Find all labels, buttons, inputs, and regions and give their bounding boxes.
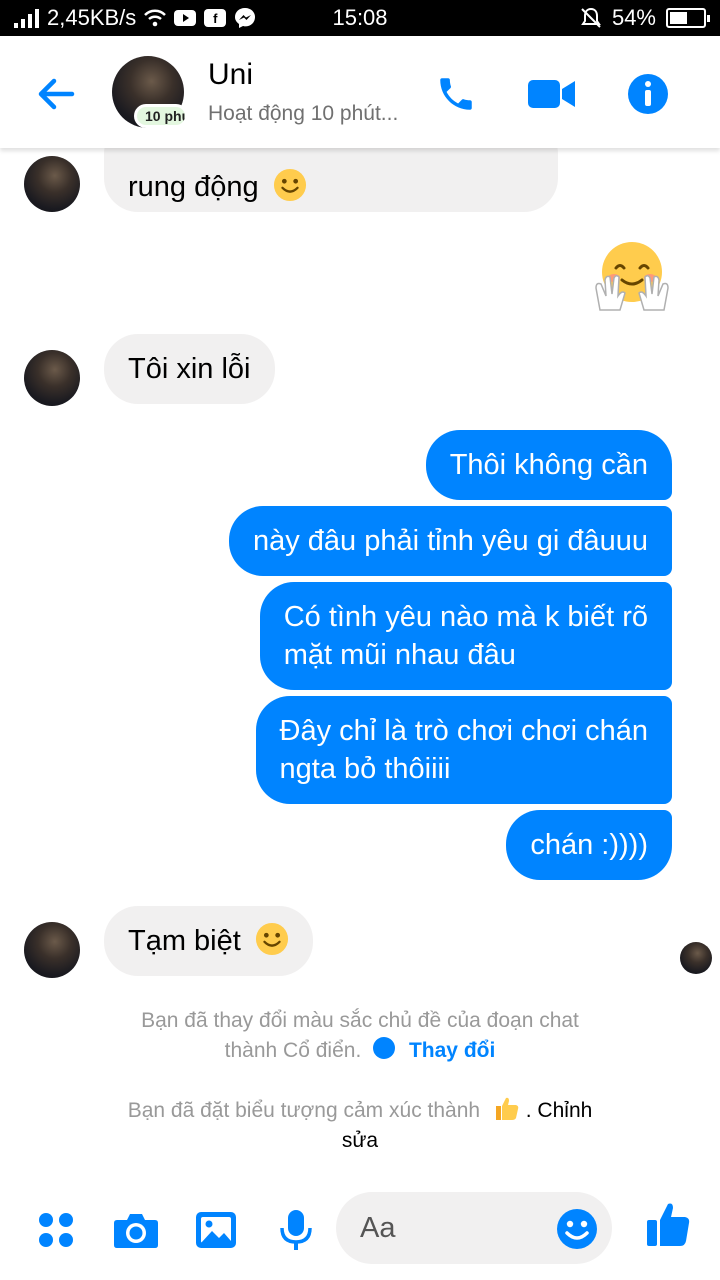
message-text: Tạm biệt — [128, 925, 241, 957]
hugging-face-emoji-icon[interactable] — [592, 236, 672, 316]
thumbs-up-emoji-icon — [495, 1097, 519, 1120]
info-icon[interactable] — [624, 70, 672, 118]
seen-indicator-avatar — [680, 942, 712, 974]
message-text: chán :)))) — [530, 829, 648, 861]
message-bubble-incoming[interactable]: Tạm biệt — [104, 906, 313, 976]
contact-status: Hoạt động 10 phút... — [208, 102, 399, 125]
message-text: rung động — [128, 171, 259, 203]
contact-name[interactable]: Uni — [208, 58, 253, 92]
message-text: Tôi xin lỗi — [128, 353, 251, 385]
message-composer[interactable] — [336, 1192, 612, 1264]
thumbs-up-icon[interactable] — [644, 1200, 692, 1248]
edit-emoji-link-continued[interactable]: sửa — [110, 1126, 610, 1156]
change-theme-link[interactable]: Thay đổi — [409, 1039, 495, 1062]
active-time-badge: 10 phút — [134, 104, 188, 128]
status-bar: 2,45KB/s f 15:08 54% — [0, 0, 720, 36]
image-icon[interactable] — [192, 1206, 240, 1254]
phone-icon[interactable] — [432, 70, 480, 118]
message-bubble-outgoing[interactable]: Thôi không cần — [425, 430, 672, 500]
message-list[interactable]: rung động Tôi xin lỗi Thôi không cần này… — [0, 148, 720, 1188]
camera-icon[interactable] — [112, 1206, 160, 1254]
edit-emoji-link[interactable]: . Chỉnh — [526, 1099, 593, 1122]
message-bubble-incoming[interactable]: rung động — [104, 148, 558, 212]
theme-change-notice: Bạn đã thay đổi màu sắc chủ đề của đoạn … — [141, 1009, 579, 1062]
contact-avatar-small[interactable] — [24, 350, 80, 406]
battery-icon — [666, 8, 710, 28]
message-text: ngta bỏ thôiiii — [279, 753, 451, 785]
message-bubble-outgoing[interactable]: Đây chỉ là trò chơi chơi chán ngta bỏ th… — [255, 696, 672, 804]
contact-avatar-small[interactable] — [24, 156, 80, 212]
message-text: Thôi không cần — [449, 449, 648, 481]
contact-avatar-small[interactable] — [24, 922, 80, 978]
conversation-header: 10 phút Uni Hoạt động 10 phút... — [0, 36, 720, 148]
message-text: mặt mũi nhau đâu — [283, 639, 516, 671]
message-bubble-outgoing[interactable]: Có tình yêu nào mà k biết rõ mặt mũi nha… — [259, 582, 672, 690]
smile-emoji-icon — [255, 922, 288, 956]
message-text: Đây chỉ là trò chơi chơi chán — [279, 715, 648, 747]
message-text: Có tình yêu nào mà k biết rõ — [283, 601, 648, 633]
message-bubble-incoming[interactable]: Tôi xin lỗi — [104, 334, 275, 404]
message-bubble-outgoing[interactable]: chán :)))) — [506, 810, 672, 880]
message-text: này đâu phải tỉnh yêu gi đâuuu — [252, 525, 648, 557]
video-camera-icon[interactable] — [528, 70, 576, 118]
back-arrow-icon[interactable] — [34, 72, 78, 116]
theme-color-dot-icon — [373, 1037, 396, 1059]
emoji-icon[interactable] — [556, 1208, 598, 1250]
menu-dots-icon[interactable] — [32, 1206, 80, 1254]
message-input[interactable] — [360, 1206, 540, 1250]
emoji-change-notice: Bạn đã đặt biểu tượng cảm xúc thành . Ch… — [110, 1094, 610, 1156]
composer-bar — [0, 1188, 720, 1280]
battery-percent: 54% — [611, 5, 656, 30]
bell-muted-icon — [580, 7, 602, 29]
message-bubble-outgoing[interactable]: này đâu phải tỉnh yêu gi đâuuu — [228, 506, 672, 576]
smile-emoji-icon — [273, 168, 306, 202]
microphone-icon[interactable] — [272, 1206, 320, 1254]
